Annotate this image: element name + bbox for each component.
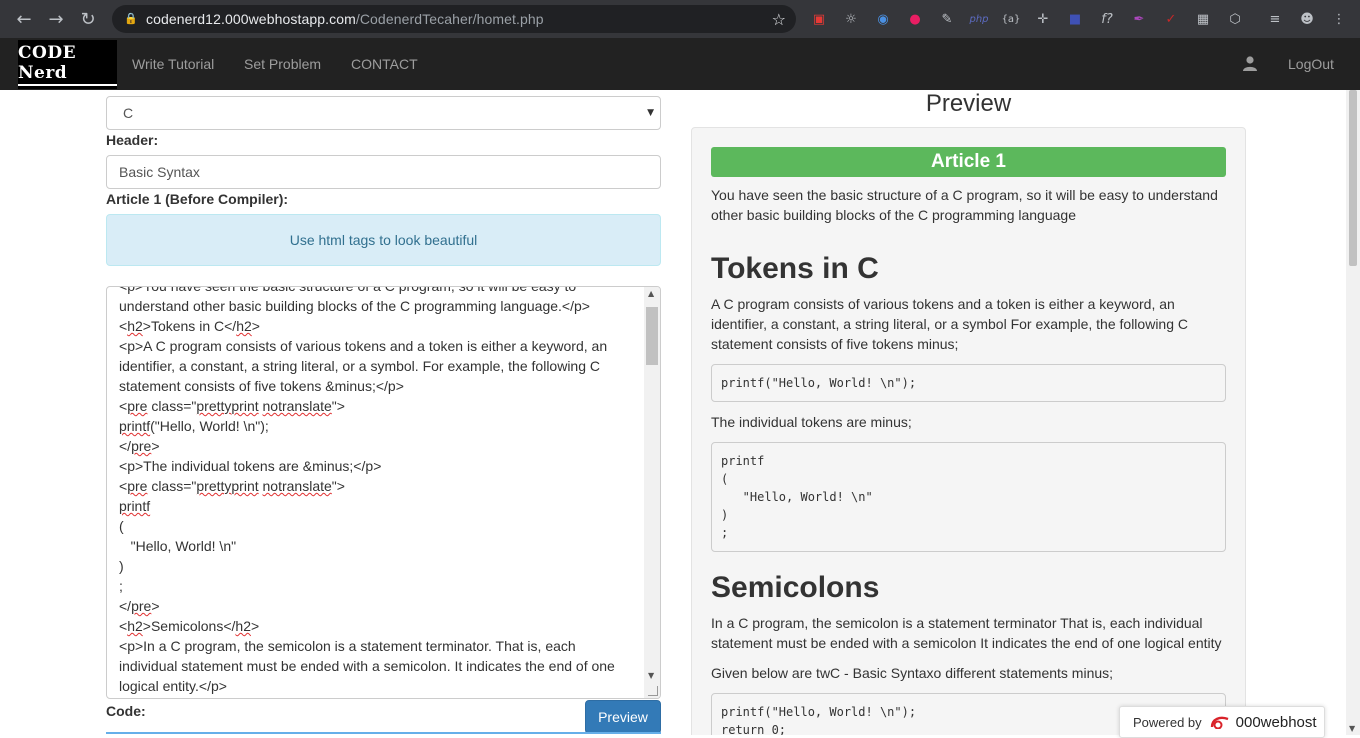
preview-code-block: printf ( "Hello, World! \n" ) ; — [711, 442, 1226, 552]
preview-code-block: printf("Hello, World! \n"); — [711, 364, 1226, 402]
000webhost-logo-icon — [1210, 716, 1229, 729]
user-icon[interactable] — [1242, 55, 1258, 71]
article-textarea[interactable]: <p>You have seen the basic structure of … — [106, 286, 661, 699]
header-label: Header: — [106, 132, 159, 148]
logout-link[interactable]: LogOut — [1288, 38, 1334, 90]
page-scroll-thumb[interactable] — [1349, 90, 1357, 266]
textarea-line: ) — [119, 558, 124, 574]
textarea-line: understand other basic building blocks o… — [119, 298, 590, 314]
lock-icon: 🔒 — [124, 12, 138, 25]
bookmark-star-icon[interactable]: ☆ — [772, 10, 786, 29]
textarea-line: <p>In a C program, the semicolon is a st… — [119, 638, 576, 654]
preview-individual-tokens: The individual tokens are minus; — [711, 414, 912, 430]
textarea-line: printf("Hello, World! \n"); — [119, 418, 269, 434]
article-textarea-content: <p>You have seen the basic structure of … — [119, 286, 641, 698]
check-extension-icon[interactable]: ✓ — [1158, 6, 1184, 32]
textarea-line: ( — [119, 518, 124, 534]
textarea-line: </pre> — [119, 598, 160, 614]
language-select[interactable]: C ▼ — [106, 96, 661, 130]
preview-heading-tokens: Tokens in C — [711, 252, 879, 285]
formula-extension-icon[interactable]: f? — [1094, 6, 1120, 32]
forward-icon[interactable]: → — [41, 4, 71, 34]
back-icon[interactable]: ← — [9, 4, 39, 34]
html-tags-hint: Use html tags to look beautiful — [106, 214, 661, 266]
textarea-line: <pre class="prettyprint notranslate"> — [119, 398, 345, 414]
store-extension-icon[interactable]: ▦ — [1190, 6, 1216, 32]
textarea-line: <h2>Tokens in C</h2> — [119, 318, 260, 334]
textarea-line: <p>The individual tokens are &minus;</p> — [119, 458, 382, 474]
feather-extension-icon[interactable]: ✒ — [1126, 6, 1152, 32]
article-heading: Article 1 — [711, 147, 1226, 177]
color-picker-icon[interactable]: ● — [902, 6, 928, 32]
textarea-line: ; — [119, 578, 123, 594]
nav-contact[interactable]: CONTACT — [351, 38, 418, 90]
menu-dots-icon[interactable]: ⋮ — [1326, 6, 1352, 32]
nav-set-problem[interactable]: Set Problem — [244, 38, 321, 90]
camera-extension-icon[interactable]: ◉ — [870, 6, 896, 32]
extensions-bar: ▣ ☼ ◉ ● ✎ php {a} ✛ ■ f? ✒ ✓ ▦ ⬡ ≡ ☻ ⋮ — [806, 6, 1352, 32]
preview-button[interactable]: Preview — [585, 700, 661, 734]
preview-title: Preview — [925, 90, 1012, 117]
pen-extension-icon[interactable]: ✎ — [934, 6, 960, 32]
scroll-down-icon[interactable]: ▼ — [1349, 724, 1355, 733]
url-text: codenerd12.000webhostapp.com/CodenerdTec… — [146, 11, 544, 27]
code-label: Code: — [106, 703, 146, 719]
preview-tokens-paragraph: A C program consists of various tokens a… — [711, 296, 1188, 352]
textarea-scrollbar[interactable]: ▲ ▼ — [644, 287, 660, 698]
textarea-line: statement consists of five tokens &minus… — [119, 378, 404, 394]
ruler-extension-icon[interactable]: ✛ — [1030, 6, 1056, 32]
pdf-extension-icon[interactable]: ▣ — [806, 6, 832, 32]
php-extension-icon[interactable]: php — [966, 6, 992, 32]
cube-extension-icon[interactable]: ⬡ — [1222, 6, 1248, 32]
preview-panel: Article 1 You have seen the basic struct… — [691, 127, 1246, 735]
textarea-line: <pre class="prettyprint notranslate"> — [119, 478, 345, 494]
textarea-line: </pre> — [119, 438, 160, 454]
textarea-line: identifier, a constant, a string literal… — [119, 358, 601, 374]
square-extension-icon[interactable]: ■ — [1062, 6, 1088, 32]
page-scrollbar[interactable]: ▼ — [1346, 90, 1360, 735]
scroll-up-icon[interactable]: ▲ — [648, 289, 654, 298]
textarea-line: <p>You have seen the basic structure of … — [119, 286, 577, 294]
site-navbar: CODE Nerd Write Tutorial Set Problem CON… — [0, 38, 1360, 90]
preview-semicolons-paragraph: In a C program, the semicolon is a state… — [711, 615, 1222, 651]
textarea-line: <p>Given below are twC - Basic Syntaxo d… — [119, 696, 641, 698]
ghostery-icon[interactable]: ☼ — [838, 6, 864, 32]
textarea-line: logical entity.</p> — [119, 678, 227, 694]
textarea-line: <p>A C program consists of various token… — [119, 338, 608, 354]
resize-handle-icon[interactable] — [648, 686, 658, 696]
nav-write-tutorial[interactable]: Write Tutorial — [132, 38, 214, 90]
textarea-line: "Hello, World! \n" — [119, 538, 237, 554]
powered-by-badge[interactable]: Powered by 000webhost — [1119, 706, 1325, 738]
textarea-line: printf — [119, 498, 151, 514]
codenerd-logo[interactable]: CODE Nerd — [18, 40, 117, 89]
page-content: C ▼ Header: Basic Syntax Article 1 (Befo… — [0, 90, 1346, 735]
scroll-down-icon[interactable]: ▼ — [648, 671, 654, 680]
profile-avatar-icon[interactable]: ☻ — [1294, 6, 1320, 32]
textarea-line: individual statement must be ended with … — [119, 658, 615, 674]
reading-list-icon[interactable]: ≡ — [1262, 6, 1288, 32]
address-bar[interactable]: 🔒 codenerd12.000webhostapp.com/CodenerdT… — [112, 5, 796, 33]
chevron-down-icon: ▼ — [647, 108, 654, 118]
preview-heading-semicolons: Semicolons — [711, 571, 880, 604]
textarea-line: <h2>Semicolons</h2> — [119, 618, 260, 634]
preview-given-below: Given below are twC - Basic Syntaxo diff… — [711, 665, 1114, 681]
braces-extension-icon[interactable]: {a} — [998, 6, 1024, 32]
header-input[interactable]: Basic Syntax — [106, 155, 661, 189]
article-label: Article 1 (Before Compiler): — [106, 191, 289, 207]
preview-intro: You have seen the basic structure of a C… — [711, 187, 1218, 223]
reload-icon[interactable]: ↻ — [73, 4, 103, 34]
browser-toolbar: ← → ↻ 🔒 codenerd12.000webhostapp.com/Cod… — [0, 0, 1360, 38]
textarea-scroll-thumb[interactable] — [646, 307, 658, 365]
